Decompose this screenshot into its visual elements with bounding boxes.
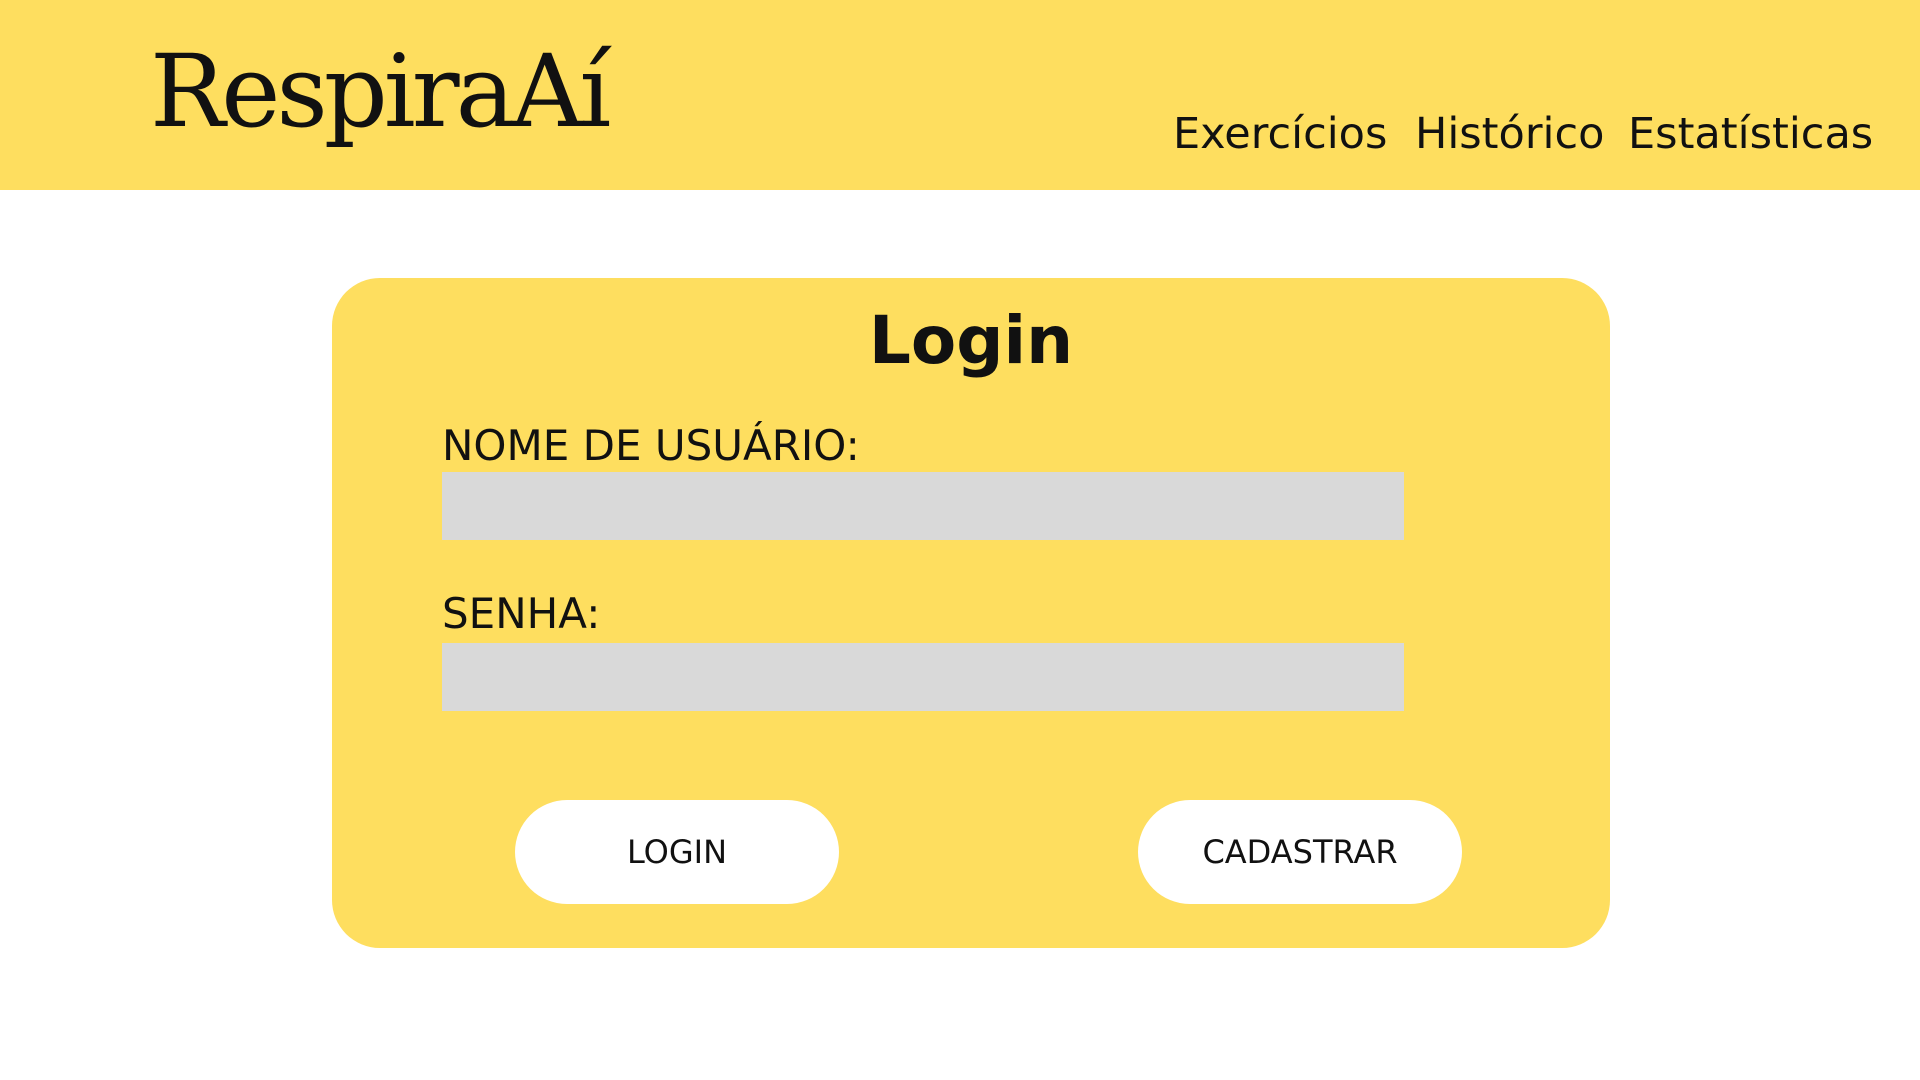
top-header: RespiraAí Exercícios Histórico Estatísti… xyxy=(0,0,1920,190)
login-button-label: LOGIN xyxy=(626,833,728,871)
signup-button[interactable]: CADASTRAR xyxy=(1138,800,1462,904)
password-input[interactable] xyxy=(442,643,1404,711)
login-title: Login xyxy=(868,302,1074,379)
app-logo[interactable]: RespiraAí xyxy=(150,22,611,162)
nav-estatisticas-link[interactable]: Estatísticas xyxy=(1628,104,1873,164)
username-label: NOME DE USUÁRIO: xyxy=(442,421,860,470)
nav-exercicios-link[interactable]: Exercícios xyxy=(1173,104,1387,164)
nav-historico-link[interactable]: Histórico xyxy=(1415,104,1604,164)
login-card: Login NOME DE USUÁRIO: SENHA: LOGIN CADA… xyxy=(332,278,1610,948)
username-input[interactable] xyxy=(442,472,1404,540)
password-label: SENHA: xyxy=(442,589,601,638)
signup-button-label: CADASTRAR xyxy=(1202,833,1398,871)
login-button[interactable]: LOGIN xyxy=(515,800,839,904)
